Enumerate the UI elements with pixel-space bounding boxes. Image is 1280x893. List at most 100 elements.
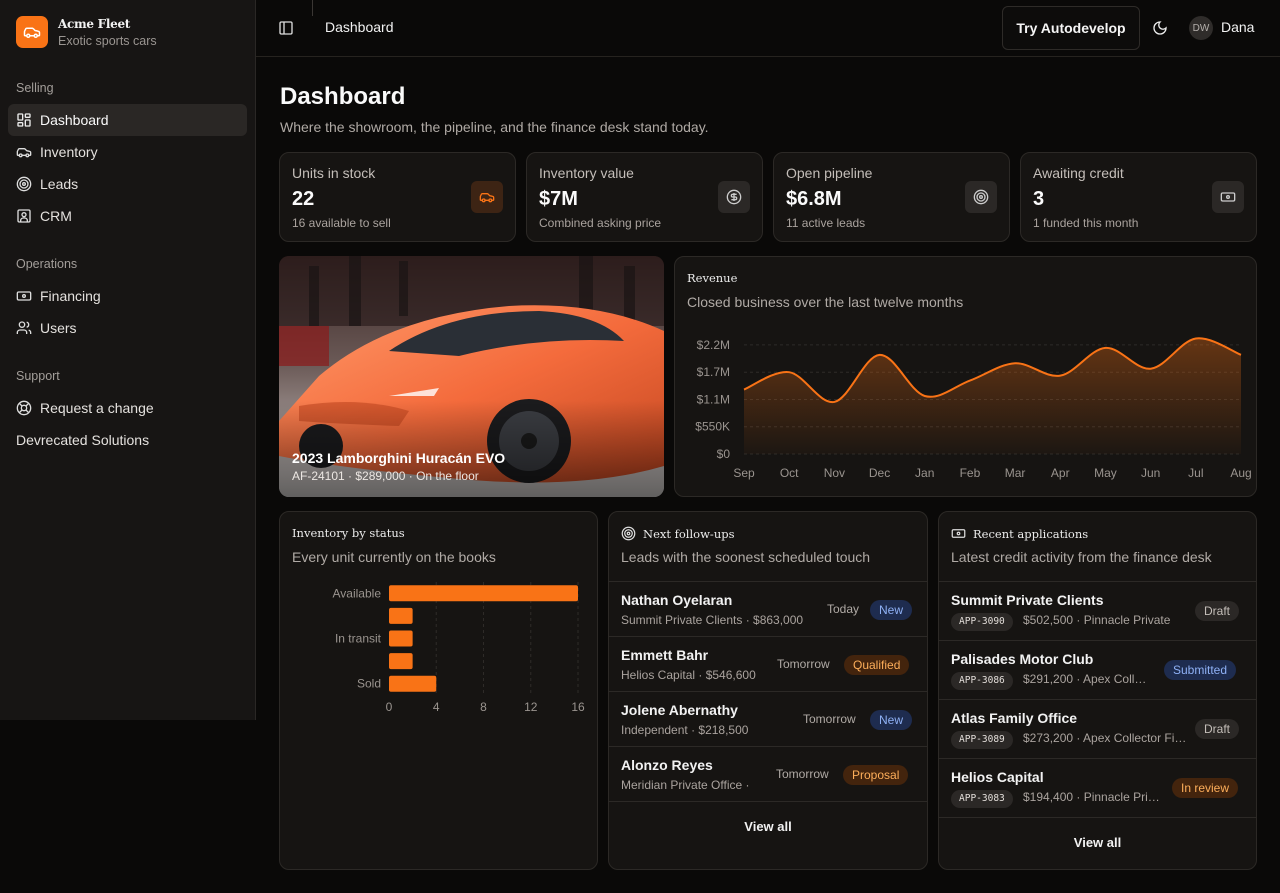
- nav-group-label: Support: [16, 369, 60, 383]
- top-header: Dashboard Try Autodevelop DW Dana: [256, 0, 1280, 57]
- brand-subtitle: Exotic sports cars: [58, 33, 157, 48]
- inventory-status-card: Inventory by status Every unit currently…: [279, 511, 598, 870]
- brand[interactable]: Acme Fleet Exotic sports cars: [16, 16, 157, 48]
- x-tick-label: 4: [433, 700, 440, 714]
- nav-group-support: Support Request a change Devrecated Solu…: [8, 366, 247, 456]
- sidebar-item-label: CRM: [40, 208, 72, 224]
- lead-name: Emmett Bahr: [621, 647, 709, 663]
- x-tick-label: Sep: [733, 466, 755, 480]
- application-id: APP-3090: [951, 613, 1013, 631]
- y-tick-label: $1.7M: [697, 365, 730, 379]
- banknote-icon: [951, 529, 966, 538]
- view-all-row: View all: [939, 817, 1256, 869]
- user-name[interactable]: Dana: [1221, 19, 1254, 35]
- card-title-text: Recent applications: [973, 526, 1089, 541]
- x-tick-label: Oct: [780, 466, 799, 480]
- x-tick-label: Feb: [960, 466, 981, 480]
- category-label: Available: [333, 586, 382, 600]
- view-all-applications-button[interactable]: View all: [939, 835, 1256, 850]
- kpi-sub: Combined asking price: [539, 216, 662, 230]
- contact-icon: [17, 209, 31, 223]
- sidebar: Acme Fleet Exotic sports cars Selling Da…: [0, 0, 256, 720]
- x-tick-label: 12: [524, 700, 538, 714]
- sidebar-item-users[interactable]: Users: [8, 312, 247, 344]
- inventory-status-bar-chart: 0 4 8 12 16 Available In transit Sold: [333, 582, 585, 714]
- target-icon: [621, 526, 636, 541]
- list-item[interactable]: Atlas Family Office APP-3089 $273,200 · …: [939, 699, 1256, 758]
- car-icon: [16, 148, 32, 158]
- kpi-label: Awaiting credit: [1033, 165, 1124, 181]
- theme-toggle-button[interactable]: [1148, 16, 1172, 40]
- nav-group-operations: Operations Financing Users: [8, 254, 247, 344]
- banknote-icon: [1212, 181, 1244, 213]
- x-tick-label: Jul: [1188, 466, 1203, 480]
- followups-card: Next follow-ups Leads with the soonest s…: [608, 511, 928, 870]
- sidebar-toggle-button[interactable]: [274, 16, 298, 40]
- lead-when: Tomorrow: [803, 712, 856, 726]
- header-divider: [312, 0, 313, 16]
- kpi-value: $6.8M: [786, 188, 842, 210]
- view-all-followups-button[interactable]: View all: [609, 819, 927, 834]
- kpi-sub: 1 funded this month: [1033, 216, 1139, 230]
- lead-when: Tomorrow: [776, 767, 829, 781]
- x-tick-label: 16: [571, 700, 585, 714]
- kpi-card-open-pipeline: Open pipeline $6.8M 11 active leads: [773, 152, 1010, 242]
- featured-vehicle-card[interactable]: 2023 Lamborghini Huracán EVO AF-24101 · …: [279, 256, 664, 497]
- card-subtitle: Latest credit activity from the finance …: [951, 549, 1212, 565]
- revenue-card: Revenue Closed business over the last tw…: [674, 256, 1257, 497]
- moon-icon: [1153, 21, 1167, 35]
- sidebar-item-label: Users: [40, 320, 77, 336]
- sidebar-item-leads[interactable]: Leads: [8, 168, 247, 200]
- kpi-card-awaiting-credit: Awaiting credit 3 1 funded this month: [1020, 152, 1257, 242]
- application-id: APP-3086: [951, 672, 1013, 690]
- try-autodevelop-button[interactable]: Try Autodevelop: [1002, 6, 1140, 50]
- view-all-row: View all: [609, 801, 927, 869]
- status-badge: Draft: [1195, 719, 1240, 739]
- card-title: Recent applications: [951, 526, 1088, 541]
- x-tick-label: Dec: [869, 466, 890, 480]
- lead-name: Nathan Oyelaran: [621, 592, 733, 608]
- x-tick-label: Apr: [1051, 466, 1070, 480]
- lead-detail: Helios Capital · $546,600: [621, 668, 756, 682]
- sidebar-item-label: Request a change: [40, 400, 154, 416]
- kpi-value: 22: [292, 188, 315, 210]
- sidebar-item-request-change[interactable]: Request a change: [8, 392, 247, 424]
- application-detail: $194,400 · Pinnacle Private: [1023, 790, 1161, 804]
- card-title-text: Next follow-ups: [643, 526, 735, 541]
- bar: [389, 630, 413, 647]
- sidebar-item-label: Devrecated Solutions: [16, 432, 150, 448]
- sidebar-item-inventory[interactable]: Inventory: [8, 136, 247, 168]
- list-item[interactable]: Helios Capital APP-3083 $194,400 · Pinna…: [939, 758, 1256, 817]
- application-detail: $502,500 · Pinnacle Private: [1023, 613, 1171, 627]
- sidebar-item-devrecated-solutions[interactable]: Devrecated Solutions: [8, 424, 247, 456]
- list-item[interactable]: Emmett Bahr Helios Capital · $546,600 To…: [609, 636, 927, 691]
- bar: [389, 653, 413, 670]
- application-id: APP-3083: [951, 790, 1013, 808]
- status-badge: New: [870, 600, 913, 620]
- nav-group-label: Operations: [16, 257, 78, 271]
- nav-group-selling: Selling Dashboard Inventory Leads CRM: [8, 78, 247, 232]
- car-logo-icon: [16, 16, 48, 48]
- category-label: In transit: [335, 632, 382, 646]
- status-badge: Draft: [1195, 601, 1240, 621]
- sidebar-item-label: Dashboard: [40, 112, 109, 128]
- list-item[interactable]: Summit Private Clients APP-3090 $502,500…: [939, 581, 1256, 640]
- x-tick-label: Aug: [1230, 466, 1251, 480]
- list-item[interactable]: Nathan Oyelaran Summit Private Clients ·…: [609, 581, 927, 636]
- sidebar-item-financing[interactable]: Financing: [8, 280, 247, 312]
- revenue-area-chart: $0 $550K $1.1M $1.7M $2.2M Sep Oct Nov Dec Jan Feb…: [695, 337, 1252, 480]
- list-item[interactable]: Alonzo Reyes Meridian Private Office · T…: [609, 746, 927, 801]
- avatar[interactable]: DW: [1189, 16, 1213, 40]
- sidebar-item-dashboard[interactable]: Dashboard: [8, 104, 247, 136]
- target-icon: [16, 176, 32, 192]
- sidebar-item-label: Leads: [40, 176, 79, 192]
- x-tick-label: May: [1094, 466, 1117, 480]
- lead-detail: Meridian Private Office ·: [621, 778, 750, 792]
- list-item[interactable]: Palisades Motor Club APP-3086 $291,200 ·…: [939, 640, 1256, 699]
- y-tick-label: $1.1M: [697, 392, 730, 406]
- lead-name: Alonzo Reyes: [621, 757, 713, 773]
- sidebar-item-crm[interactable]: CRM: [8, 200, 247, 232]
- bar: [389, 607, 413, 624]
- status-badge: Qualified: [844, 655, 910, 675]
- list-item[interactable]: Jolene Abernathy Independent · $218,500 …: [609, 691, 927, 746]
